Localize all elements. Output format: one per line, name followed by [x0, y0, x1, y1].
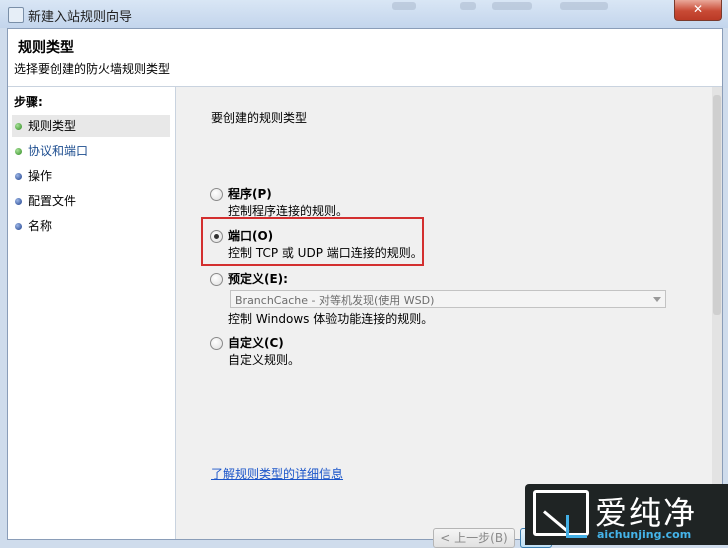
radio-predefined[interactable] — [210, 273, 223, 286]
option-predefined-desc: 控制 Windows 体验功能连接的规则。 — [228, 312, 434, 326]
watermark-site: aichunjing.com — [597, 528, 692, 541]
wizard-header: 规则类型 选择要创建的防火墙规则类型 — [8, 29, 722, 87]
step-label: 操作 — [28, 169, 53, 183]
window-title: 新建入站规则向导 — [28, 10, 133, 25]
scrollbar-thumb[interactable] — [713, 95, 721, 315]
option-port-desc: 控制 TCP 或 UDP 端口连接的规则。 — [228, 246, 423, 260]
page-subtitle: 选择要创建的防火墙规则类型 — [14, 62, 171, 76]
step-profile[interactable]: 配置文件 — [12, 190, 170, 212]
step-status-icon — [15, 123, 22, 130]
option-program-label[interactable]: 程序(P) — [228, 185, 272, 202]
radio-program[interactable] — [210, 188, 223, 201]
option-port-label[interactable]: 端口(O) — [228, 227, 273, 244]
step-status-icon — [15, 198, 22, 205]
learn-more-link[interactable]: 了解规则类型的详细信息 — [211, 465, 343, 482]
rule-type-question: 要创建的规则类型 — [211, 111, 308, 125]
watermark: 爱纯净 aichunjing.com — [525, 484, 728, 545]
background-blur — [560, 2, 608, 10]
radio-port[interactable] — [210, 230, 223, 243]
step-status-icon — [15, 223, 22, 230]
back-button[interactable]: < 上一步(B) — [433, 528, 515, 548]
steps-label: 步骤: — [14, 95, 43, 109]
window-icon — [8, 7, 24, 23]
background-blur — [460, 2, 476, 10]
step-name[interactable]: 名称 — [12, 215, 170, 237]
predefined-select-value: BranchCache - 对等机发现(使用 WSD) — [235, 294, 435, 307]
wizard-window: 新建入站规则向导 ✕ 规则类型 选择要创建的防火墙规则类型 步骤: 规则类型 协… — [0, 0, 728, 548]
step-protocol-ports[interactable]: 协议和端口 — [12, 140, 170, 162]
watermark-logo-icon — [533, 490, 589, 538]
option-custom-desc: 自定义规则。 — [228, 353, 301, 367]
step-rule-type[interactable]: 规则类型 — [12, 115, 170, 137]
title-bar: 新建入站规则向导 ✕ — [0, 0, 728, 28]
step-label: 协议和端口 — [28, 144, 89, 158]
wizard-frame: 规则类型 选择要创建的防火墙规则类型 步骤: 规则类型 协议和端口 操作 配置文… — [7, 28, 723, 548]
background-blur — [492, 2, 532, 10]
main-panel: 要创建的规则类型 程序(P) 控制程序连接的规则。 端口(O) 控制 TCP 或… — [176, 87, 722, 548]
radio-custom[interactable] — [210, 337, 223, 350]
steps-panel: 步骤: 规则类型 协议和端口 操作 配置文件 名称 — [8, 87, 176, 539]
close-button[interactable]: ✕ — [674, 0, 722, 21]
chevron-down-icon — [653, 297, 661, 302]
option-predefined-label[interactable]: 预定义(E): — [228, 270, 288, 287]
step-status-icon — [15, 148, 22, 155]
scrollbar[interactable] — [712, 87, 722, 539]
step-label: 规则类型 — [28, 119, 77, 133]
page-title: 规则类型 — [18, 40, 74, 56]
step-action[interactable]: 操作 — [12, 165, 170, 187]
predefined-select[interactable]: BranchCache - 对等机发现(使用 WSD) — [230, 290, 666, 308]
step-label: 配置文件 — [28, 194, 77, 208]
background-blur — [392, 2, 416, 10]
step-status-icon — [15, 173, 22, 180]
option-custom-label[interactable]: 自定义(C) — [228, 334, 284, 351]
step-label: 名称 — [28, 219, 53, 233]
